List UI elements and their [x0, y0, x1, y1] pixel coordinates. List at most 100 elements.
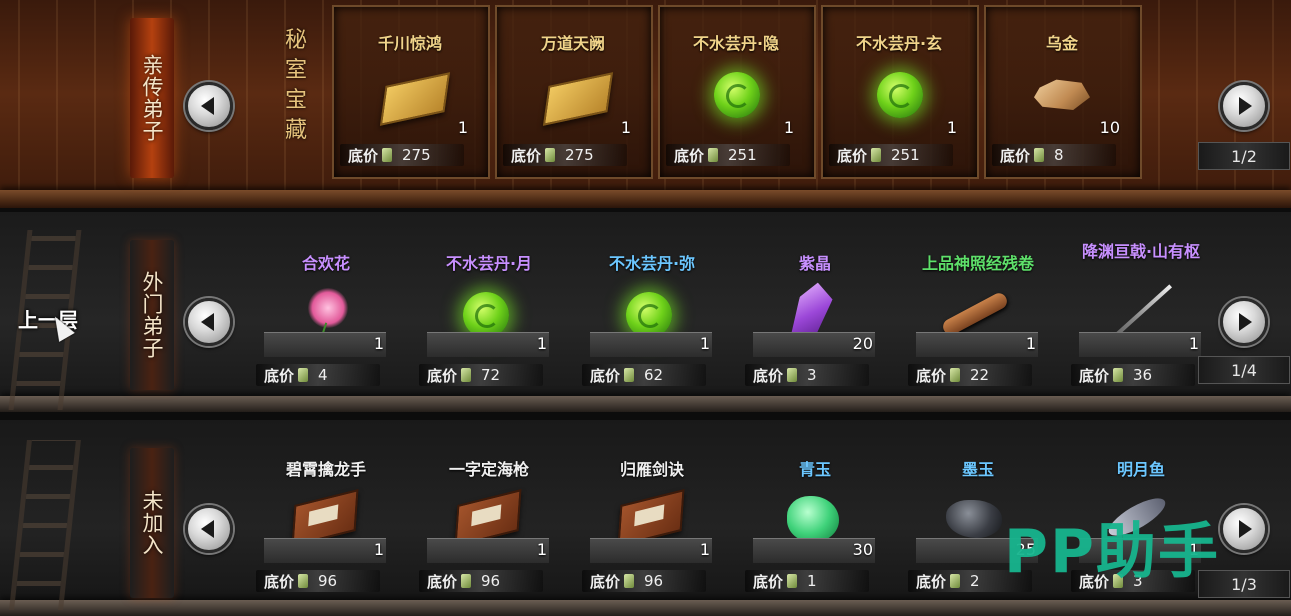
item-quantity: 10: [1099, 118, 1120, 137]
item-price: 62: [644, 366, 664, 384]
page-indicator: 1/4: [1198, 356, 1290, 384]
price-bar: 底价 22: [908, 364, 1032, 386]
price-bar: 底价 72: [419, 364, 543, 386]
price-bar: 底价 275: [340, 144, 464, 166]
item-name: 合欢花: [301, 254, 350, 273]
spirit-stone-icon: [298, 574, 309, 588]
item-name: 归雁剑诀: [619, 460, 684, 479]
item-name: 碧霄擒龙手: [285, 460, 366, 479]
price-label: 底价: [264, 366, 295, 385]
arrow-left-icon: [201, 520, 214, 538]
price-bar: 底价 4: [256, 364, 380, 386]
price-label: 底价: [674, 146, 705, 165]
spirit-stone-icon: [787, 368, 798, 382]
item-quantity: 1: [946, 118, 957, 137]
prev-page-button[interactable]: [185, 82, 233, 130]
pill-icon: [714, 72, 760, 118]
shelf-plank: [0, 190, 1291, 208]
item-quantity: 1: [783, 118, 794, 137]
price-label: 底价: [916, 366, 947, 385]
pedestal: [590, 332, 712, 357]
price-bar: 底价 96: [419, 570, 543, 592]
item-price: 275: [565, 146, 594, 164]
price-label: 底价: [264, 572, 295, 591]
item-price: 251: [728, 146, 757, 164]
item-quantity: 30: [852, 540, 873, 559]
price-bar: 底价 96: [582, 570, 706, 592]
item-quantity: 20: [852, 334, 873, 353]
price-label: 底价: [511, 146, 542, 165]
next-page-button[interactable]: [1220, 505, 1268, 553]
watermark: PP助手: [1004, 517, 1220, 587]
spirit-stone-icon: [624, 574, 635, 588]
price-bar: 底价 275: [503, 144, 627, 166]
pedestal: [916, 332, 1038, 357]
section-title: 秘室宝藏: [284, 28, 307, 143]
item-quantity: 1: [373, 334, 384, 353]
item-quantity: 1: [536, 540, 547, 559]
price-label: 底价: [837, 146, 868, 165]
item-name: 不水芸丹·月: [445, 254, 533, 273]
item-quantity: 1: [620, 118, 631, 137]
spirit-stone-icon: [1034, 148, 1045, 162]
spirit-stone-icon: [1113, 368, 1124, 382]
price-label: 底价: [753, 366, 784, 385]
item-name: 不水芸丹·弥: [608, 254, 696, 273]
arrow-right-icon: [1239, 520, 1252, 538]
item-price: 3: [807, 366, 817, 384]
spirit-stone-icon: [787, 574, 798, 588]
item-price: 1: [807, 572, 817, 590]
item-name: 一字定海枪: [448, 460, 529, 479]
prev-page-button[interactable]: [185, 298, 233, 346]
pedestal: [590, 538, 712, 563]
shelf-plank: [0, 600, 1291, 616]
spirit-stone-icon: [950, 368, 961, 382]
item-price: 275: [402, 146, 431, 164]
item-name: 上品神照经残卷: [921, 254, 1034, 273]
item-quantity: 1: [457, 118, 468, 137]
prev-page-button[interactable]: [185, 505, 233, 553]
pedestal: [1079, 332, 1201, 357]
arrow-left-icon: [201, 313, 214, 331]
category-banner-inner-disciple[interactable]: 亲传弟子: [130, 18, 174, 178]
pedestal: [427, 332, 549, 357]
item-price: 96: [318, 572, 338, 590]
category-label: 未加入: [140, 490, 164, 556]
spirit-stone-icon: [545, 148, 556, 162]
item-price: 4: [318, 366, 328, 384]
item-name: 墨玉: [961, 460, 994, 479]
item-name: 不水芸丹·玄: [855, 34, 943, 53]
item-quantity: 1: [373, 540, 384, 559]
item-name: 不水芸丹·隐: [692, 34, 780, 53]
item-name: 万道天阙: [540, 34, 605, 53]
price-bar: 底价 8: [992, 144, 1116, 166]
item-price: 96: [481, 572, 501, 590]
category-banner-outer-disciple[interactable]: 外门弟子: [130, 240, 174, 390]
category-banner-not-joined[interactable]: 未加入: [130, 448, 174, 598]
price-bar: 底价 251: [829, 144, 953, 166]
item-name: 千川惊鸿: [377, 34, 442, 53]
item-quantity: 1: [699, 540, 710, 559]
item-price: 2: [970, 572, 980, 590]
next-page-button[interactable]: [1220, 82, 1268, 130]
price-label: 底价: [348, 146, 379, 165]
price-bar: 底价 62: [582, 364, 706, 386]
price-label: 底价: [590, 366, 621, 385]
item-price: 36: [1133, 366, 1153, 384]
price-bar: 底价 96: [256, 570, 380, 592]
category-label: 外门弟子: [140, 271, 164, 359]
next-page-button[interactable]: [1220, 298, 1268, 346]
item-price: 251: [891, 146, 920, 164]
price-label: 底价: [427, 366, 458, 385]
price-label: 底价: [1079, 366, 1110, 385]
price-label: 底价: [1000, 146, 1031, 165]
pill-icon: [877, 72, 923, 118]
item-quantity: 1: [1025, 334, 1036, 353]
category-label: 亲传弟子: [140, 54, 164, 142]
arrow-right-icon: [1239, 97, 1252, 115]
spirit-stone-icon: [708, 148, 719, 162]
price-bar: 底价 251: [666, 144, 790, 166]
item-price: 8: [1054, 146, 1064, 164]
item-quantity: 1: [1188, 334, 1199, 353]
arrow-left-icon: [201, 97, 214, 115]
